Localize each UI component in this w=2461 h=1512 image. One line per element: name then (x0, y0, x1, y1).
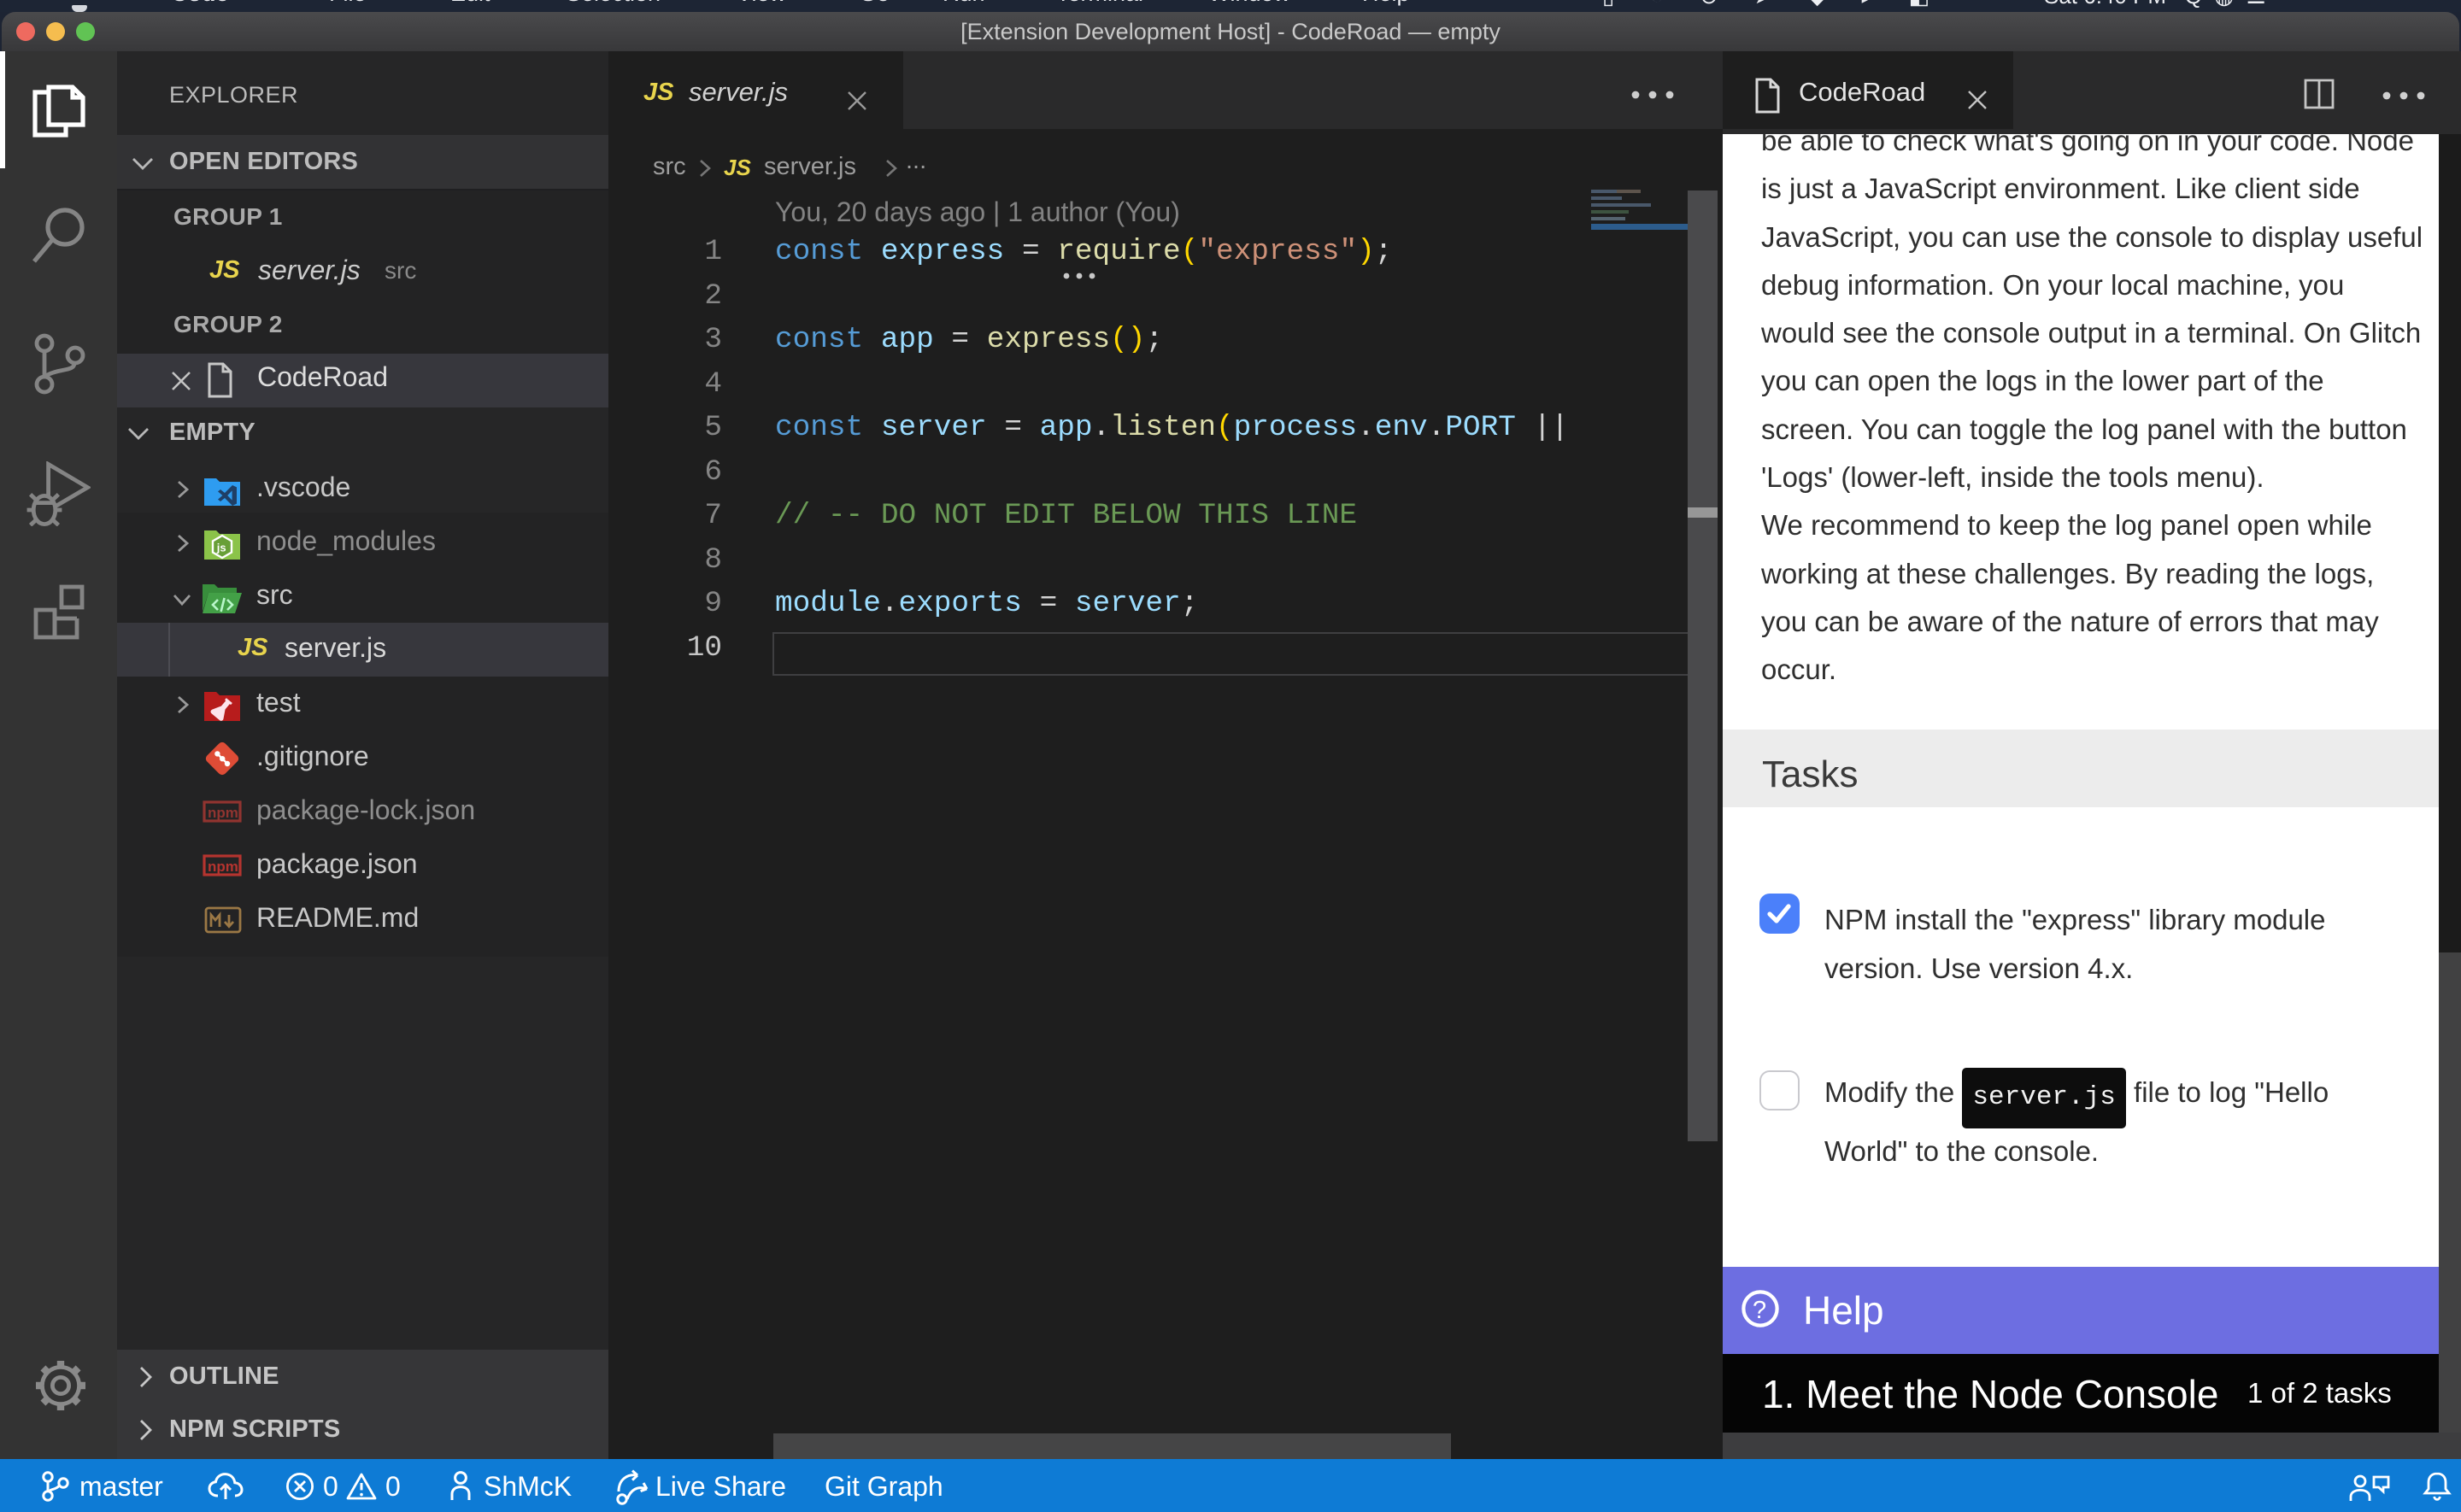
svg-text:?: ? (1753, 1297, 1766, 1324)
svg-text:npm: npm (208, 859, 238, 875)
svg-text:npm: npm (208, 805, 238, 821)
svg-text:js: js (216, 542, 226, 554)
